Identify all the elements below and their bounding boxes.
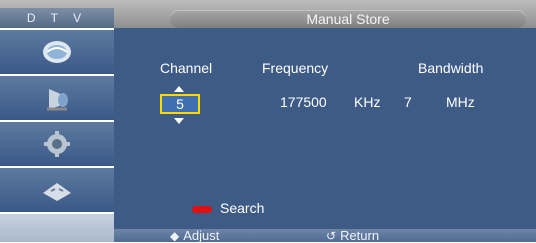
red-key-icon [192,206,212,213]
adjust-label: Adjust [183,228,220,243]
source-label: D T V [0,8,114,28]
top-bar: D T V Manual Store [0,0,536,28]
adjust-hint: ◆ Adjust [170,228,219,243]
channel-down-arrow-icon[interactable] [174,118,184,124]
sound-menu-icon [47,89,68,111]
return-icon: ↺ [326,228,337,243]
bandwidth-unit: MHz [446,94,475,110]
channel-up-arrow-icon[interactable] [174,86,184,92]
sidebar [0,28,114,242]
return-label: Return [340,228,380,243]
search-button[interactable]: Search [220,200,264,216]
setup-menu-icon [44,131,70,157]
sidebar-item-input[interactable] [0,168,114,212]
return-hint[interactable]: ↺ Return [326,228,379,243]
picture-menu-icon [43,41,71,63]
frequency-unit: KHz [354,94,381,110]
manual-store-screen: D T V Manual Store Channel Frequency Ban… [0,0,536,243]
up-down-arrow-icon: ◆ [170,228,180,243]
sidebar-item-sound[interactable] [0,76,114,120]
hint-bar: ◆ Adjust ↺ Return [114,228,536,243]
sidebar-footer [0,214,114,242]
bandwidth-value: 7 [404,94,412,110]
frequency-value: 177500 [280,94,327,110]
channel-field[interactable]: 5 [160,94,200,114]
manual-store-panel: Channel Frequency Bandwidth 5 177500 KHz… [114,28,536,242]
input-menu-icon [43,183,71,201]
bandwidth-column-label: Bandwidth [418,60,484,76]
page-title: Manual Store [170,10,526,28]
channel-column-label: Channel [160,60,213,76]
sidebar-item-picture[interactable] [0,30,114,74]
frequency-column-label: Frequency [262,60,329,76]
sidebar-item-setup[interactable] [0,122,114,166]
